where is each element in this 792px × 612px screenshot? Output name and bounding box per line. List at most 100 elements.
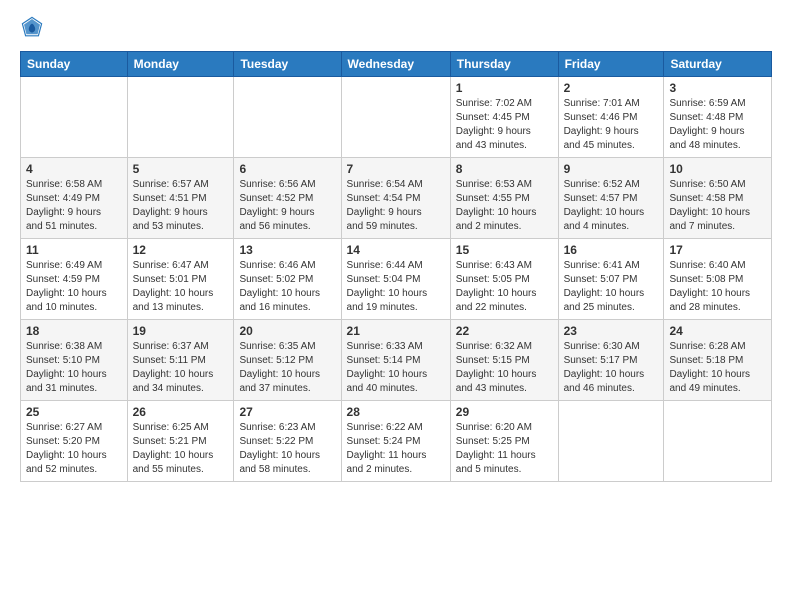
- header-friday: Friday: [558, 52, 664, 77]
- day-number: 7: [347, 162, 445, 176]
- day-cell: 10Sunrise: 6:50 AM Sunset: 4:58 PM Dayli…: [664, 158, 772, 239]
- day-number: 16: [564, 243, 659, 257]
- day-number: 27: [239, 405, 335, 419]
- day-info: Sunrise: 6:56 AM Sunset: 4:52 PM Dayligh…: [239, 178, 335, 234]
- header-wednesday: Wednesday: [341, 52, 450, 77]
- week-row-1: 1Sunrise: 7:02 AM Sunset: 4:45 PM Daylig…: [21, 77, 772, 158]
- header: [20, 15, 772, 39]
- day-info: Sunrise: 6:37 AM Sunset: 5:11 PM Dayligh…: [133, 340, 229, 396]
- day-info: Sunrise: 6:44 AM Sunset: 5:04 PM Dayligh…: [347, 259, 445, 315]
- day-cell: [664, 401, 772, 482]
- day-cell: 11 Sunrise: 6:49 AM Sunset: 4:59 PM Dayli…: [21, 239, 128, 320]
- day-number: 11: [26, 243, 122, 257]
- week-row-2: 4 Sunrise: 6:58 AM Sunset: 4:49 PM Daylig…: [21, 158, 772, 239]
- day-cell: 24 Sunrise: 6:28 AM Sunset: 5:18 PM Dayli…: [664, 320, 772, 401]
- logo-icon: [20, 15, 44, 39]
- day-number: 20: [239, 324, 335, 338]
- day-number: 2: [564, 81, 659, 95]
- day-number: 18: [26, 324, 122, 338]
- header-tuesday: Tuesday: [234, 52, 341, 77]
- day-cell: 13 Sunrise: 6:46 AM Sunset: 5:02 PM Dayli…: [234, 239, 341, 320]
- day-cell: 22 Sunrise: 6:32 AM Sunset: 5:15 PM Dayli…: [450, 320, 558, 401]
- day-cell: 20 Sunrise: 6:35 AM Sunset: 5:12 PM Dayli…: [234, 320, 341, 401]
- header-row: Sunday Monday Tuesday Wednesday Thursday…: [21, 52, 772, 77]
- day-info: Sunrise: 6:23 AM Sunset: 5:22 PM Dayligh…: [239, 421, 335, 477]
- day-cell: 14 Sunrise: 6:44 AM Sunset: 5:04 PM Dayli…: [341, 239, 450, 320]
- day-number: 9: [564, 162, 659, 176]
- day-cell: 6 Sunrise: 6:56 AM Sunset: 4:52 PM Daylig…: [234, 158, 341, 239]
- day-cell: 12Sunrise: 6:47 AM Sunset: 5:01 PM Dayli…: [127, 239, 234, 320]
- day-cell: 18 Sunrise: 6:38 AM Sunset: 5:10 PM Dayli…: [21, 320, 128, 401]
- day-number: 23: [564, 324, 659, 338]
- day-cell: 7 Sunrise: 6:54 AM Sunset: 4:54 PM Daylig…: [341, 158, 450, 239]
- day-info: Sunrise: 6:57 AM Sunset: 4:51 PM Dayligh…: [133, 178, 229, 234]
- day-number: 14: [347, 243, 445, 257]
- day-cell: [558, 401, 664, 482]
- day-number: 6: [239, 162, 335, 176]
- day-cell: 3 Sunrise: 6:59 AM Sunset: 4:48 PM Daylig…: [664, 77, 772, 158]
- day-number: 5: [133, 162, 229, 176]
- day-number: 22: [456, 324, 553, 338]
- day-info: Sunrise: 6:50 AM Sunset: 4:58 PM Dayligh…: [669, 178, 766, 234]
- day-info: Sunrise: 6:59 AM Sunset: 4:48 PM Dayligh…: [669, 97, 766, 153]
- day-cell: [21, 77, 128, 158]
- day-info: Sunrise: 6:54 AM Sunset: 4:54 PM Dayligh…: [347, 178, 445, 234]
- week-row-3: 11 Sunrise: 6:49 AM Sunset: 4:59 PM Dayli…: [21, 239, 772, 320]
- day-info: Sunrise: 6:46 AM Sunset: 5:02 PM Dayligh…: [239, 259, 335, 315]
- day-cell: 25 Sunrise: 6:27 AM Sunset: 5:20 PM Dayli…: [21, 401, 128, 482]
- day-info: Sunrise: 6:47 AM Sunset: 5:01 PM Dayligh…: [133, 259, 229, 315]
- day-number: 8: [456, 162, 553, 176]
- header-monday: Monday: [127, 52, 234, 77]
- day-number: 24: [669, 324, 766, 338]
- header-sunday: Sunday: [21, 52, 128, 77]
- day-cell: 9 Sunrise: 6:52 AM Sunset: 4:57 PM Daylig…: [558, 158, 664, 239]
- day-info: Sunrise: 6:28 AM Sunset: 5:18 PM Dayligh…: [669, 340, 766, 396]
- day-info: Sunrise: 6:38 AM Sunset: 5:10 PM Dayligh…: [26, 340, 122, 396]
- day-cell: 28 Sunrise: 6:22 AM Sunset: 5:24 PM Dayli…: [341, 401, 450, 482]
- day-info: Sunrise: 6:52 AM Sunset: 4:57 PM Dayligh…: [564, 178, 659, 234]
- day-cell: 29 Sunrise: 6:20 AM Sunset: 5:25 PM Dayli…: [450, 401, 558, 482]
- day-cell: 4 Sunrise: 6:58 AM Sunset: 4:49 PM Daylig…: [21, 158, 128, 239]
- calendar-body: 1Sunrise: 7:02 AM Sunset: 4:45 PM Daylig…: [21, 77, 772, 482]
- day-info: Sunrise: 7:01 AM Sunset: 4:46 PM Dayligh…: [564, 97, 659, 153]
- page: Sunday Monday Tuesday Wednesday Thursday…: [0, 0, 792, 612]
- day-cell: 15 Sunrise: 6:43 AM Sunset: 5:05 PM Dayli…: [450, 239, 558, 320]
- day-info: Sunrise: 6:35 AM Sunset: 5:12 PM Dayligh…: [239, 340, 335, 396]
- week-row-5: 25 Sunrise: 6:27 AM Sunset: 5:20 PM Dayli…: [21, 401, 772, 482]
- day-number: 19: [133, 324, 229, 338]
- day-number: 26: [133, 405, 229, 419]
- day-number: 15: [456, 243, 553, 257]
- day-number: 29: [456, 405, 553, 419]
- day-cell: [127, 77, 234, 158]
- day-cell: 5 Sunrise: 6:57 AM Sunset: 4:51 PM Daylig…: [127, 158, 234, 239]
- day-number: 28: [347, 405, 445, 419]
- header-saturday: Saturday: [664, 52, 772, 77]
- calendar-header: Sunday Monday Tuesday Wednesday Thursday…: [21, 52, 772, 77]
- header-thursday: Thursday: [450, 52, 558, 77]
- day-cell: 21Sunrise: 6:33 AM Sunset: 5:14 PM Dayli…: [341, 320, 450, 401]
- day-number: 25: [26, 405, 122, 419]
- day-info: Sunrise: 6:20 AM Sunset: 5:25 PM Dayligh…: [456, 421, 553, 477]
- day-info: Sunrise: 6:49 AM Sunset: 4:59 PM Dayligh…: [26, 259, 122, 315]
- day-number: 4: [26, 162, 122, 176]
- day-info: Sunrise: 6:58 AM Sunset: 4:49 PM Dayligh…: [26, 178, 122, 234]
- logo: [20, 15, 48, 39]
- day-cell: 23Sunrise: 6:30 AM Sunset: 5:17 PM Dayli…: [558, 320, 664, 401]
- day-cell: 8 Sunrise: 6:53 AM Sunset: 4:55 PM Daylig…: [450, 158, 558, 239]
- day-info: Sunrise: 6:40 AM Sunset: 5:08 PM Dayligh…: [669, 259, 766, 315]
- day-info: Sunrise: 6:25 AM Sunset: 5:21 PM Dayligh…: [133, 421, 229, 477]
- day-info: Sunrise: 7:02 AM Sunset: 4:45 PM Dayligh…: [456, 97, 553, 153]
- day-info: Sunrise: 6:22 AM Sunset: 5:24 PM Dayligh…: [347, 421, 445, 477]
- day-number: 3: [669, 81, 766, 95]
- calendar: Sunday Monday Tuesday Wednesday Thursday…: [20, 51, 772, 482]
- day-cell: 1Sunrise: 7:02 AM Sunset: 4:45 PM Daylig…: [450, 77, 558, 158]
- day-info: Sunrise: 6:53 AM Sunset: 4:55 PM Dayligh…: [456, 178, 553, 234]
- day-number: 13: [239, 243, 335, 257]
- day-info: Sunrise: 6:43 AM Sunset: 5:05 PM Dayligh…: [456, 259, 553, 315]
- day-info: Sunrise: 6:32 AM Sunset: 5:15 PM Dayligh…: [456, 340, 553, 396]
- day-cell: 19 Sunrise: 6:37 AM Sunset: 5:11 PM Dayli…: [127, 320, 234, 401]
- day-cell: [341, 77, 450, 158]
- day-cell: 26 Sunrise: 6:25 AM Sunset: 5:21 PM Dayli…: [127, 401, 234, 482]
- day-info: Sunrise: 6:27 AM Sunset: 5:20 PM Dayligh…: [26, 421, 122, 477]
- day-number: 21: [347, 324, 445, 338]
